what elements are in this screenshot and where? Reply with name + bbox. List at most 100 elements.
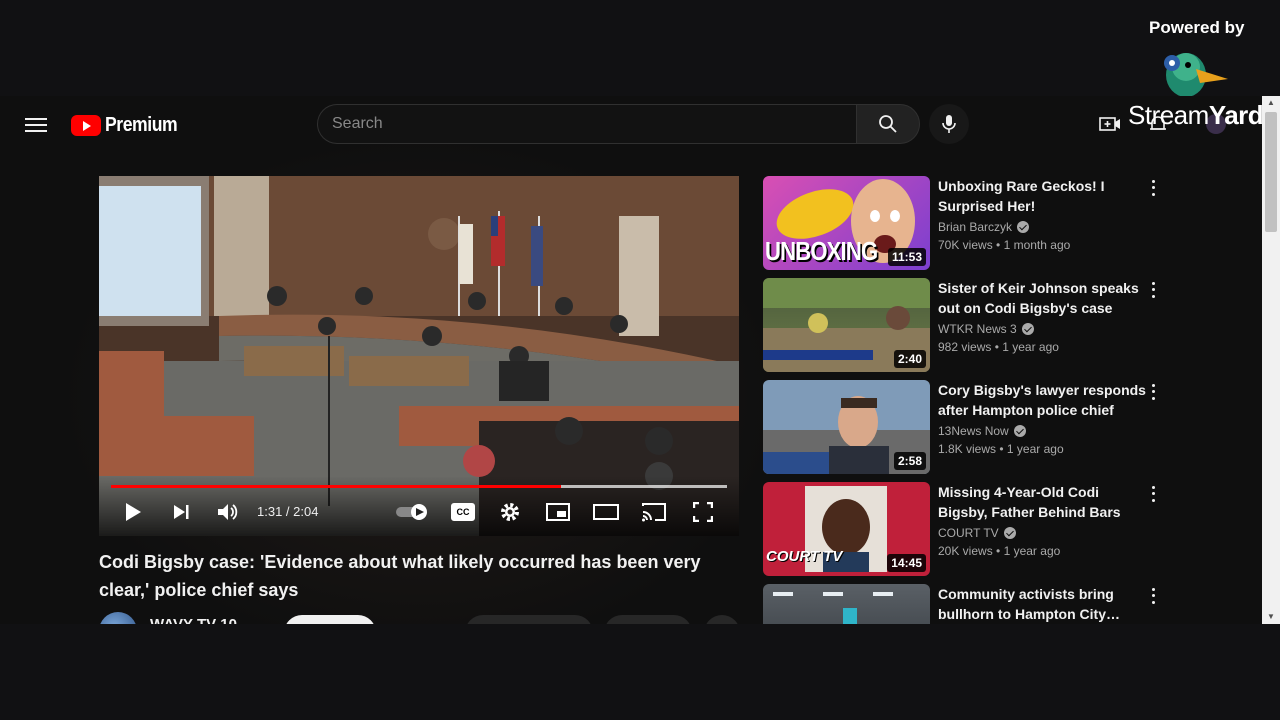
more-actions-button[interactable] [704, 615, 740, 624]
microphone-icon [942, 115, 956, 133]
recommendation-title[interactable]: Sister of Keir Johnson speaks out on Cod… [938, 278, 1148, 318]
buffered-bar [560, 485, 727, 488]
cast-button[interactable] [640, 498, 668, 526]
recommendation-title[interactable]: Community activists bring bullhorn to Ha… [938, 584, 1148, 624]
recommendation-title[interactable]: Unboxing Rare Geckos! I Surprised Her! [938, 176, 1148, 216]
upload-age: 1 year ago [1006, 442, 1064, 456]
video-thumbnail[interactable]: COURT TV 14:45 [763, 482, 930, 576]
upload-age: 1 year ago [1002, 340, 1059, 354]
recommendation-channel[interactable]: WTKR News 3 [938, 322, 1034, 336]
volume-icon [218, 504, 238, 520]
fullscreen-button[interactable] [689, 498, 717, 526]
recommendation-meta: 982 views • 1 year ago [938, 340, 1059, 354]
recommendation-meta: 1.8K views • 1 year ago [938, 442, 1064, 456]
channel-name-text: COURT TV [938, 526, 999, 540]
streamyard-brand-b: Yard [1208, 100, 1264, 130]
upload-age: 1 month ago [1003, 238, 1071, 252]
video-thumbnail[interactable]: 2:58 [763, 380, 930, 474]
channel-name-text: 13News Now [938, 424, 1009, 438]
video-player[interactable]: 1:31 / 2:04 CC [99, 176, 739, 536]
miniplayer-button[interactable] [544, 498, 572, 526]
thumbnail-overlay-text: UNBOXING [765, 236, 878, 266]
more-options-icon[interactable] [1147, 484, 1159, 504]
more-options-icon[interactable] [1147, 586, 1159, 606]
streamyard-brand-a: Stream [1128, 100, 1209, 130]
theater-mode-button[interactable] [592, 498, 620, 526]
screen: Powered by Premium Search 1:31 / 2:04 CC… [0, 0, 1280, 720]
progress-bar[interactable] [111, 485, 727, 488]
menu-icon[interactable] [24, 114, 48, 134]
autoplay-toggle[interactable] [395, 498, 431, 526]
youtube-logo-icon [71, 114, 101, 136]
recommendation-meta: 20K views • 1 year ago [938, 544, 1061, 558]
duration-badge: 2:58 [893, 452, 926, 470]
view-count: 982 views [938, 340, 992, 354]
next-icon [174, 505, 189, 519]
theater-mode-icon [593, 504, 619, 520]
search-button[interactable] [856, 104, 920, 144]
voice-search-button[interactable] [929, 104, 969, 144]
play-button[interactable] [119, 498, 147, 526]
recommendation-channel[interactable]: 13News Now [938, 424, 1026, 438]
video-thumbnail[interactable] [763, 584, 930, 624]
duration-badge: 14:45 [887, 554, 926, 572]
played-bar [111, 485, 561, 488]
page-scrollbar[interactable]: ▲ ▼ [1262, 96, 1280, 624]
cast-icon [642, 503, 666, 522]
recommendation-item[interactable]: Community activists bring bullhorn to Ha… [763, 584, 1163, 624]
view-count: 70K views [938, 238, 993, 252]
recommendation-channel[interactable]: COURT TV [938, 526, 1016, 540]
view-count: 20K views [938, 544, 993, 558]
recommendation-title[interactable]: Cory Bigsby's lawyer responds after Hamp… [938, 380, 1148, 420]
captions-button[interactable]: CC [448, 498, 478, 526]
subscribe-button[interactable] [284, 615, 376, 624]
recommendation-item[interactable]: 2:40 Sister of Keir Johnson speaks out o… [763, 278, 1163, 372]
verified-icon [1017, 221, 1030, 233]
verified-icon [1013, 425, 1026, 437]
like-dislike-button[interactable] [465, 615, 593, 624]
recommendation-title[interactable]: Missing 4-Year-Old Codi Bigsby, Father B… [938, 482, 1148, 522]
scroll-up-arrow-icon[interactable]: ▲ [1262, 96, 1280, 110]
streamyard-wordmark: StreamYard [1128, 100, 1264, 131]
channel-avatar[interactable] [99, 612, 137, 624]
next-button[interactable] [167, 498, 195, 526]
search-input[interactable] [332, 115, 857, 133]
gear-icon [501, 503, 519, 521]
video-title: Codi Bigsby case: 'Evidence about what l… [99, 552, 701, 600]
captions-icon: CC [451, 503, 475, 521]
powered-by-label: Powered by [1149, 18, 1245, 37]
recommendation-item[interactable]: UNBOXING 11:53 Unboxing Rare Geckos! I S… [763, 176, 1163, 270]
logo-text: Premium [105, 113, 178, 136]
recommendation-channel[interactable]: Brian Barczyk [938, 220, 1030, 234]
duration-badge: 2:40 [893, 350, 926, 368]
miniplayer-icon [546, 503, 570, 521]
volume-button[interactable] [214, 498, 242, 526]
channel-name-text: Brian Barczyk [938, 220, 1013, 234]
recommendation-item[interactable]: COURT TV 14:45 Missing 4-Year-Old Codi B… [763, 482, 1163, 576]
thumbnail-art [773, 592, 893, 624]
autoplay-toggle-icon [396, 504, 427, 520]
settings-button[interactable] [496, 498, 524, 526]
scroll-down-arrow-icon[interactable]: ▼ [1262, 610, 1280, 624]
verified-icon [1003, 527, 1016, 539]
more-options-icon[interactable] [1147, 178, 1159, 198]
scrollbar-thumb[interactable] [1265, 112, 1277, 232]
upload-age: 1 year ago [1003, 544, 1061, 558]
view-count: 1.8K views [938, 442, 997, 456]
create-video-button[interactable] [1098, 112, 1122, 136]
channel-name[interactable]: WAVY TV 10 [150, 616, 237, 624]
thumbnail-overlay-text: COURT TV [766, 548, 843, 565]
youtube-premium-logo[interactable]: Premium [71, 113, 187, 137]
search-box [317, 104, 857, 144]
duration-badge: 11:53 [887, 248, 926, 266]
recommendation-item[interactable]: 2:58 Cory Bigsby's lawyer responds after… [763, 380, 1163, 474]
streamyard-duck-logo [1164, 53, 1228, 97]
create-video-icon [1099, 117, 1120, 131]
channel-name-text: WTKR News 3 [938, 322, 1017, 336]
more-options-icon[interactable] [1147, 280, 1159, 300]
time-display: 1:31 / 2:04 [257, 504, 319, 519]
share-button[interactable] [604, 615, 692, 624]
video-thumbnail[interactable]: 2:40 [763, 278, 930, 372]
video-thumbnail[interactable]: UNBOXING 11:53 [763, 176, 930, 270]
more-options-icon[interactable] [1147, 382, 1159, 402]
